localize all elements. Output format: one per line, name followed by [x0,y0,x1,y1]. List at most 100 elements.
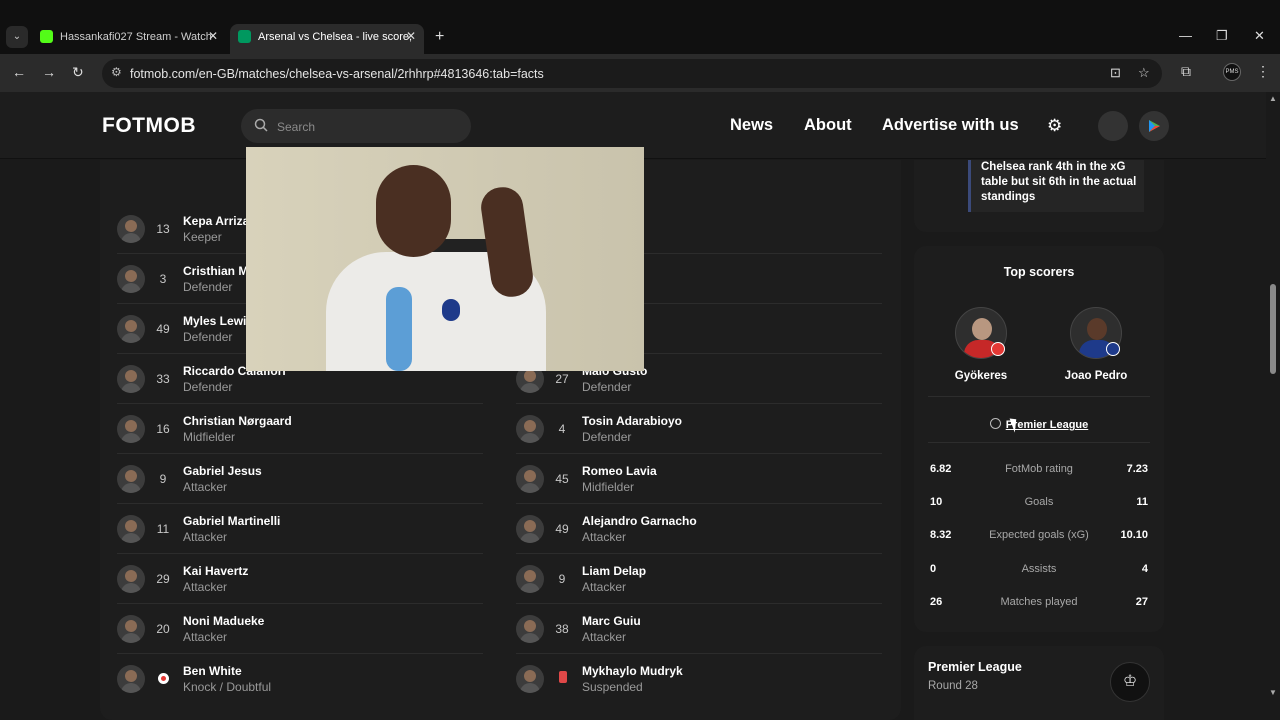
fotmob-logo[interactable]: FOTMOB [102,114,196,138]
tab-search-menu-icon[interactable]: ⌄ [6,26,28,48]
minimize-button[interactable]: — [1179,28,1192,43]
player-position: Attacker [183,580,228,594]
apple-icon[interactable] [1098,111,1128,141]
play-triangle-icon [1149,120,1160,132]
stat-label: Assists [1021,563,1057,575]
stat-right-value: 7.23 [1126,463,1148,475]
list-item[interactable]: Ben White Knock / Doubtful [117,654,483,704]
premier-league-link[interactable]: Premier League [914,418,1164,431]
tab-close-icon[interactable]: ✕ [406,29,416,43]
player-name: Liam Delap [582,564,647,578]
page-scrollbar[interactable]: ▲ ▼ [1266,92,1280,720]
browser-menu-icon[interactable]: ⋮ [1256,63,1270,80]
scrollbar-thumb[interactable] [1270,284,1276,374]
bookmark-star-icon[interactable]: ☆ [1138,65,1150,81]
list-item[interactable]: 49 Alejandro Garnacho Attacker [516,504,882,554]
back-icon[interactable]: ← [12,64,26,80]
player-name: Romeo Lavia [582,464,657,478]
player-position: Defender [183,380,233,394]
profile-avatar[interactable]: PMS [1223,63,1241,81]
avatar-face [972,318,992,340]
browser-toolbar: ← → ↻ ⚙ fotmob.com/en-GB/matches/chelsea… [0,54,1280,92]
player-avatar [117,265,145,293]
extensions-icon[interactable]: ⧉ [1181,63,1191,80]
nav-about[interactable]: About [804,116,852,135]
shirt-number: 38 [555,622,569,636]
player-avatar [117,415,145,443]
league-card[interactable]: Premier League Round 28 ♔ [914,646,1164,720]
shirt-number: 3 [159,272,167,286]
scorer-name[interactable]: Joao Pedro [1036,370,1156,382]
list-item[interactable]: 45 Romeo Lavia Midfielder [516,454,882,504]
address-bar[interactable]: ⚙ fotmob.com/en-GB/matches/chelsea-vs-ar… [102,59,1162,88]
player-position: Defender [582,430,632,444]
list-item[interactable]: 20 Noni Madueke Attacker [117,604,483,654]
league-round: Round 28 [928,680,978,692]
player-avatar [117,615,145,643]
new-tab-button[interactable]: + [435,28,444,46]
list-item[interactable]: 9 Gabriel Jesus Attacker [117,454,483,504]
gear-icon[interactable]: ⚙ [1047,116,1062,136]
forward-icon[interactable]: → [42,64,56,80]
stat-label: Matches played [1000,596,1078,608]
player-position: Attacker [183,630,228,644]
reload-icon[interactable]: ↻ [72,64,84,81]
stat-right-value: 10.10 [1120,529,1148,541]
stat-row-rating: 6.82 FotMob rating 7.23 [914,453,1164,486]
player-position: Attacker [183,480,228,494]
webcam-bottle [386,287,412,371]
list-item[interactable]: 4 Tosin Adarabioyo Defender [516,404,882,454]
url-text: fotmob.com/en-GB/matches/chelsea-vs-arse… [130,67,544,81]
google-play-icon[interactable] [1139,111,1169,141]
player-name: Gabriel Jesus [183,464,262,478]
player-position: Attacker [582,580,627,594]
player-name: Alejandro Garnacho [582,514,697,528]
list-item[interactable]: 38 Marc Guiu Attacker [516,604,882,654]
list-item[interactable]: 29 Kai Havertz Attacker [117,554,483,604]
player-avatar [516,615,544,643]
stat-row-matches: 26 Matches played 27 [914,586,1164,619]
list-item[interactable]: 11 Gabriel Martinelli Attacker [117,504,483,554]
player-avatar [516,565,544,593]
site-info-icon[interactable]: ⚙ [111,65,122,79]
shirt-number: 13 [156,222,170,236]
shirt-number: 9 [558,572,566,586]
shirt-number: 33 [156,372,170,386]
restore-button[interactable]: ❐ [1216,28,1228,44]
shirt-number: 20 [156,622,170,636]
list-item[interactable]: 16 Christian Nørgaard Midfielder [117,404,483,454]
tab-title: Arsenal vs Chelsea - live score, [258,31,413,43]
player-avatar [117,365,145,393]
browser-tab-fotmob[interactable]: Arsenal vs Chelsea - live score, ✕ [230,24,424,54]
player-avatar [516,465,544,493]
player-avatar [117,465,145,493]
red-card-icon [559,671,567,683]
tab-close-icon[interactable]: ✕ [208,29,218,43]
install-app-icon[interactable]: ⊡ [1110,65,1121,81]
tab-title: Hassankafi027 Stream - Watch [60,31,212,43]
stat-right-value: 11 [1136,496,1148,508]
list-item[interactable]: Mykhaylo Mudryk Suspended [516,654,882,704]
insight-quote: Chelsea rank 4th in the xG table but sit… [968,160,1144,212]
scroll-down-icon[interactable]: ▼ [1269,688,1277,697]
player-position: Defender [183,280,233,294]
player-position: Attacker [183,530,228,544]
player-position: Midfielder [183,430,236,444]
search-input[interactable]: Search [241,109,471,143]
scroll-up-icon[interactable]: ▲ [1269,94,1277,103]
window-close-button[interactable]: ✕ [1254,28,1265,44]
browser-tab-kick[interactable]: Hassankafi027 Stream - Watch ✕ [32,24,226,50]
player-avatar [516,665,544,693]
list-item[interactable]: 9 Liam Delap Attacker [516,554,882,604]
divider [928,396,1150,397]
player-name: Cristhian Mo [183,264,256,278]
nav-news[interactable]: News [730,116,773,135]
scorer-name[interactable]: Gyökeres [921,370,1041,382]
player-position: Midfielder [582,480,635,494]
top-scorers-title: Top scorers [1003,265,1075,279]
player-position: Attacker [582,630,627,644]
webcam-overlay [246,147,644,371]
nav-advertise[interactable]: Advertise with us [882,116,1019,135]
shirt-number: 11 [156,522,170,536]
injury-icon [158,673,169,684]
